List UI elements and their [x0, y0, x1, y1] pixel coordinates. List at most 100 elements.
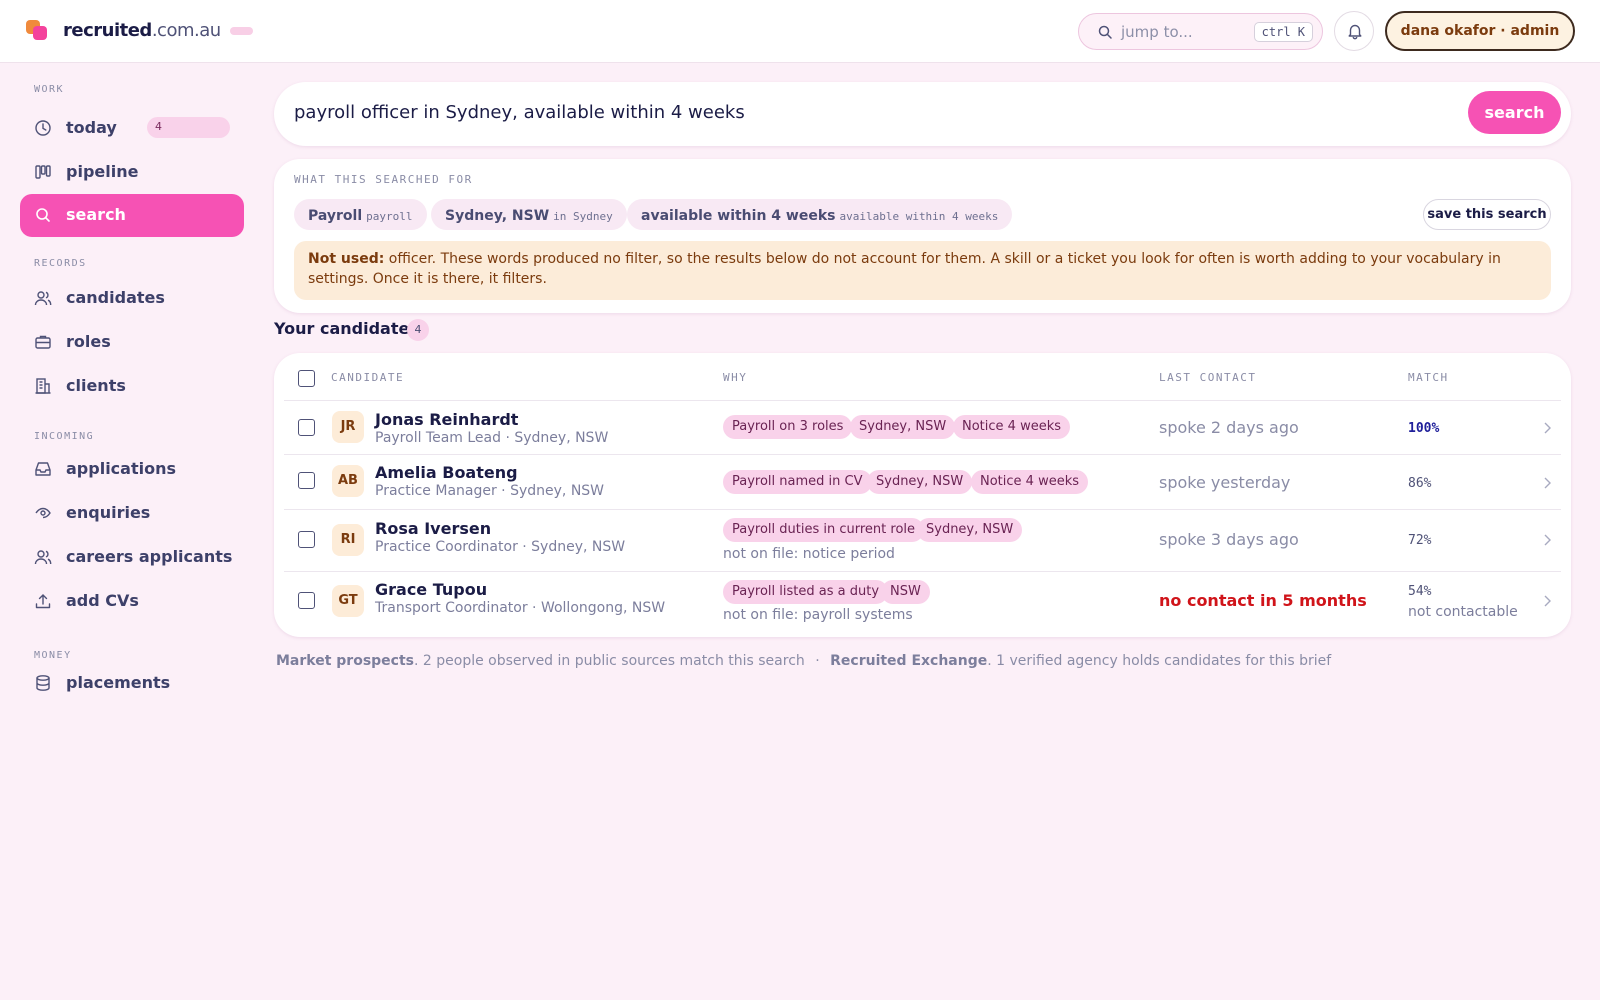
chip-source: in Sydney [553, 210, 613, 223]
chip-source: payroll [366, 210, 413, 223]
interpretation-title: WHAT THIS SEARCHED FOR [294, 173, 473, 186]
jump-to-placeholder: jump to... [1121, 23, 1193, 41]
candidate-subtitle: Practice Manager · Sydney, NSW [375, 483, 605, 499]
sidebar-item-add-cvs[interactable]: add CVs [20, 580, 244, 623]
sidebar-item-label: search [66, 205, 126, 224]
sidebar-item-label: applications [66, 459, 176, 478]
reason-tag: Notice 4 weeks [953, 415, 1070, 439]
not-used-text: officer. These words produced no filter,… [308, 251, 1501, 287]
sidebar-item-applications[interactable]: applications [20, 448, 244, 491]
sidebar-item-clients[interactable]: clients [20, 365, 244, 408]
briefcase-icon [35, 335, 51, 349]
match-score: 72% [1408, 533, 1432, 548]
filter-chip-availability[interactable]: available within 4 weeks available within… [627, 199, 1013, 230]
recruited-exchange-link[interactable]: Recruited Exchange [830, 653, 987, 669]
column-header-candidate[interactable]: CANDIDATE [331, 371, 404, 384]
enquiry-icon [35, 507, 51, 519]
match-score: 86% [1408, 476, 1432, 491]
section-label-money: MONEY [34, 650, 72, 661]
candidate-name[interactable]: Amelia Boateng [375, 463, 518, 482]
candidates-section-title: Your candidates [274, 319, 419, 338]
reason-tag: Notice 4 weeks [971, 470, 1088, 494]
table-row[interactable]: JR Jonas Reinhardt Payroll Team Lead · S… [274, 401, 1571, 455]
column-header-why[interactable]: WHY [723, 371, 747, 384]
search-icon [36, 208, 50, 222]
reason-tag: Payroll named in CV [723, 470, 872, 494]
avatar: JR [332, 411, 364, 443]
match-note: not contactable [1408, 604, 1518, 620]
last-contact-warning: no contact in 5 months [1159, 591, 1367, 610]
last-contact: spoke 3 days ago [1159, 530, 1299, 549]
jump-to-input[interactable]: jump to... ctrl K [1078, 13, 1323, 50]
search-button[interactable]: search [1468, 91, 1561, 134]
sidebar-item-label: careers applicants [66, 547, 233, 566]
sidebar: WORK today 4 pipeline search RECORDS can… [0, 63, 260, 1000]
sidebar-item-today[interactable]: today 4 [20, 107, 244, 150]
market-prospects-link[interactable]: Market prospects [276, 653, 414, 669]
column-header-match[interactable]: MATCH [1408, 371, 1449, 384]
building-icon [35, 378, 51, 394]
top-bar: recruited.com.au jump to... ctrl K dana … [0, 0, 1600, 63]
brand-name-bold: recruited [63, 20, 152, 41]
candidate-subtitle: Payroll Team Lead · Sydney, NSW [375, 430, 609, 446]
not-on-file-note: not on file: payroll systems [723, 607, 913, 623]
avatar: AB [332, 465, 364, 497]
users-icon [34, 550, 52, 565]
row-checkbox[interactable] [298, 592, 315, 609]
chip-value: available within 4 weeks [641, 208, 836, 224]
table-row[interactable]: GT Grace Tupou Transport Coordinator · W… [274, 572, 1571, 634]
market-prospects-text: . 2 people observed in public sources ma… [414, 653, 805, 669]
sidebar-item-label: enquiries [66, 503, 151, 522]
table-row[interactable]: RI Rosa Iversen Practice Coordinator · S… [274, 510, 1571, 571]
sidebar-item-candidates[interactable]: candidates [20, 277, 244, 320]
not-on-file-note: not on file: notice period [723, 546, 895, 562]
sidebar-item-label: add CVs [66, 591, 139, 610]
notifications-button[interactable] [1334, 11, 1374, 51]
column-header-last-contact[interactable]: LAST CONTACT [1159, 371, 1256, 384]
database-icon [36, 675, 50, 691]
sidebar-item-search[interactable]: search [20, 194, 244, 237]
brand-name[interactable]: recruited.com.au [63, 20, 221, 41]
reason-tag: Sydney, NSW [867, 470, 973, 494]
sidebar-item-placements[interactable]: placements [20, 662, 244, 705]
upload-icon [35, 594, 51, 609]
candidate-name[interactable]: Grace Tupou [375, 580, 487, 599]
save-search-button[interactable]: save this search [1423, 199, 1551, 230]
sidebar-item-label: candidates [66, 288, 165, 307]
table-row[interactable]: AB Amelia Boateng Practice Manager · Syd… [274, 455, 1571, 509]
row-checkbox[interactable] [298, 472, 315, 489]
recruited-exchange-text: . 1 verified agency holds candidates for… [987, 653, 1332, 669]
additional-sources-note: Market prospects. 2 people observed in p… [276, 653, 1331, 669]
sidebar-item-label: roles [66, 332, 111, 351]
chip-source: available within 4 weeks [839, 210, 999, 223]
chevron-right-icon [1544, 422, 1551, 434]
environment-pill [230, 27, 253, 35]
chip-value: Sydney, NSW [445, 208, 550, 224]
candidate-name[interactable]: Jonas Reinhardt [375, 410, 518, 429]
filter-chip-location[interactable]: Sydney, NSW in Sydney [431, 199, 627, 230]
search-interpretation-panel: WHAT THIS SEARCHED FOR Payroll payroll Sy… [274, 159, 1571, 313]
sidebar-item-enquiries[interactable]: enquiries [20, 492, 244, 535]
chevron-right-icon [1544, 534, 1551, 546]
sidebar-item-pipeline[interactable]: pipeline [20, 151, 244, 194]
brand-logo-icon[interactable] [26, 20, 48, 42]
filter-chip-skill[interactable]: Payroll payroll [294, 199, 427, 230]
reason-tag: Payroll on 3 roles [723, 415, 853, 439]
section-label-incoming: INCOMING [34, 431, 95, 442]
search-query-input[interactable]: payroll officer in Sydney, available wit… [294, 102, 745, 123]
brand-name-domain: .com.au [151, 20, 221, 41]
row-checkbox[interactable] [298, 419, 315, 436]
sidebar-item-label: clients [66, 376, 126, 395]
user-menu-button[interactable]: dana okafor · admin [1385, 11, 1575, 51]
sidebar-item-careers-applicants[interactable]: careers applicants [20, 536, 244, 579]
chip-value: Payroll [308, 208, 363, 224]
candidate-name[interactable]: Rosa Iversen [375, 519, 491, 538]
chevron-right-icon [1544, 477, 1551, 489]
search-box: payroll officer in Sydney, available wit… [274, 82, 1571, 146]
candidates-count-badge: 4 [407, 319, 429, 341]
select-all-checkbox[interactable] [298, 370, 315, 387]
sidebar-item-roles[interactable]: roles [20, 321, 244, 364]
match-score: 100% [1408, 421, 1440, 436]
row-checkbox[interactable] [298, 531, 315, 548]
sidebar-item-label: placements [66, 673, 171, 692]
